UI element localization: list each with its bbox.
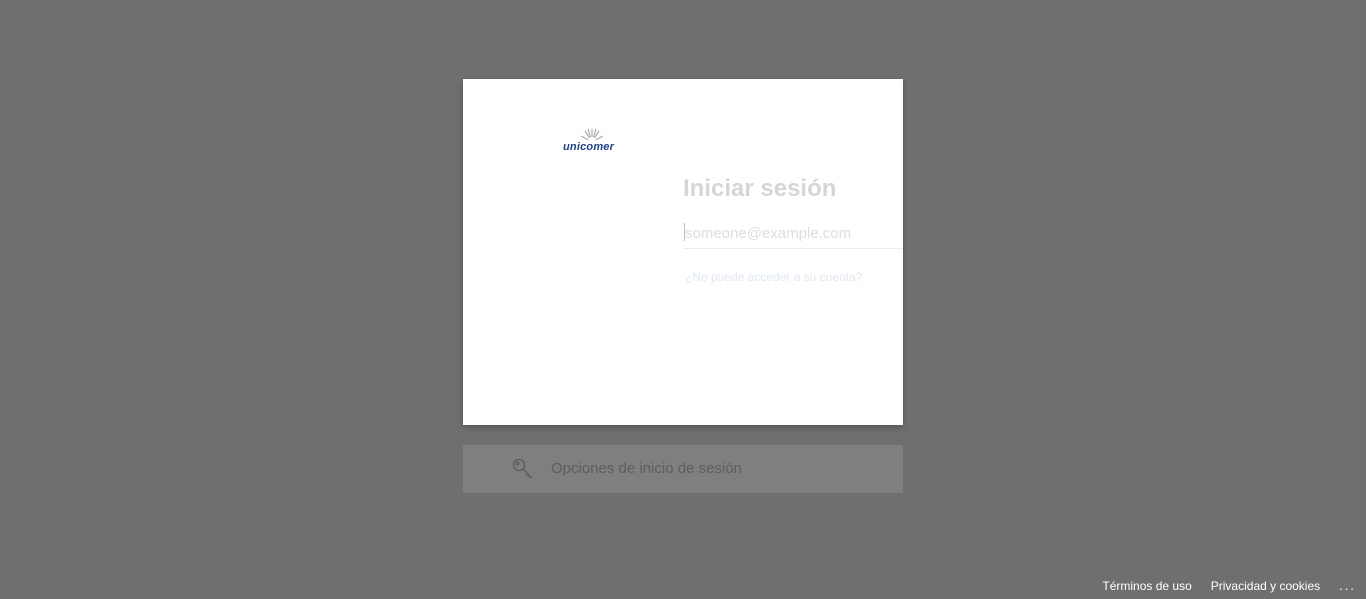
login-page: unicomer Iniciar sesión ¿No puede accede… — [0, 0, 1366, 599]
unicomer-logo: unicomer — [563, 127, 621, 157]
signin-options-button[interactable]: Opciones de inicio de sesión — [463, 445, 903, 493]
cant-access-account-link[interactable]: ¿No puede acceder a su cuenta? — [685, 270, 862, 284]
footer: Términos de uso Privacidad y cookies ... — [1102, 579, 1356, 593]
text-caret — [684, 223, 685, 241]
signin-options-label: Opciones de inicio de sesión — [551, 460, 742, 477]
page-title: Iniciar sesión — [683, 175, 837, 202]
signin-card: unicomer Iniciar sesión ¿No puede accede… — [463, 79, 903, 425]
email-field[interactable] — [684, 219, 903, 249]
key-icon — [512, 458, 533, 479]
logo-wordmark: unicomer — [563, 141, 615, 153]
terms-of-use-link[interactable]: Términos de uso — [1102, 579, 1191, 593]
privacy-cookies-link[interactable]: Privacidad y cookies — [1211, 579, 1320, 593]
more-options-ellipsis[interactable]: ... — [1339, 579, 1356, 592]
